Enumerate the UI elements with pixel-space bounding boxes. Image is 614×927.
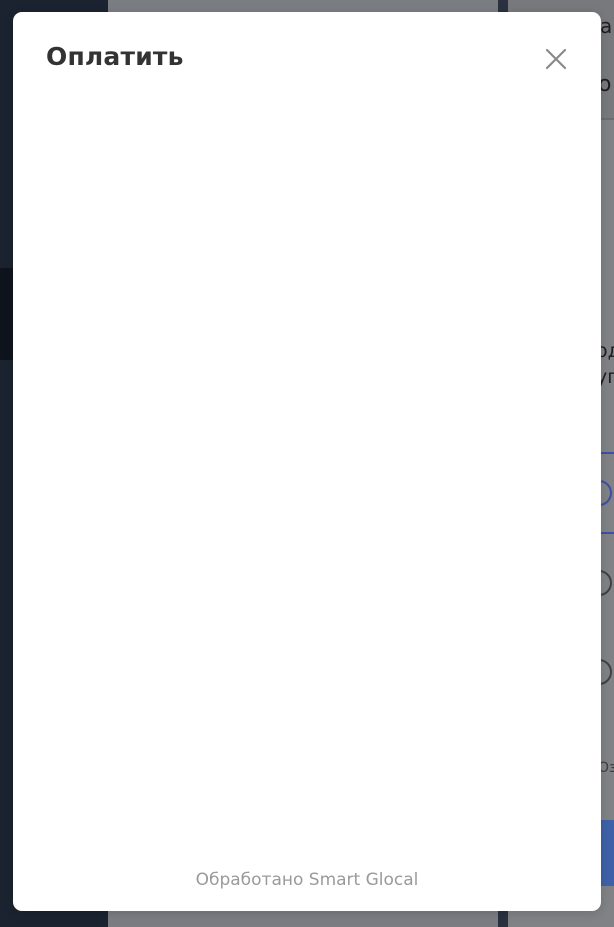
background-button bbox=[600, 820, 614, 886]
close-icon bbox=[545, 48, 567, 70]
background-text-fragment: а bbox=[600, 14, 613, 38]
payment-frame bbox=[13, 102, 601, 842]
payment-modal: Оплатить Обработано Smart Glocal bbox=[13, 12, 601, 911]
close-button[interactable] bbox=[539, 42, 573, 76]
modal-title: Оплатить bbox=[46, 42, 184, 71]
processed-by-footer: Обработано Smart Glocal bbox=[195, 870, 419, 890]
